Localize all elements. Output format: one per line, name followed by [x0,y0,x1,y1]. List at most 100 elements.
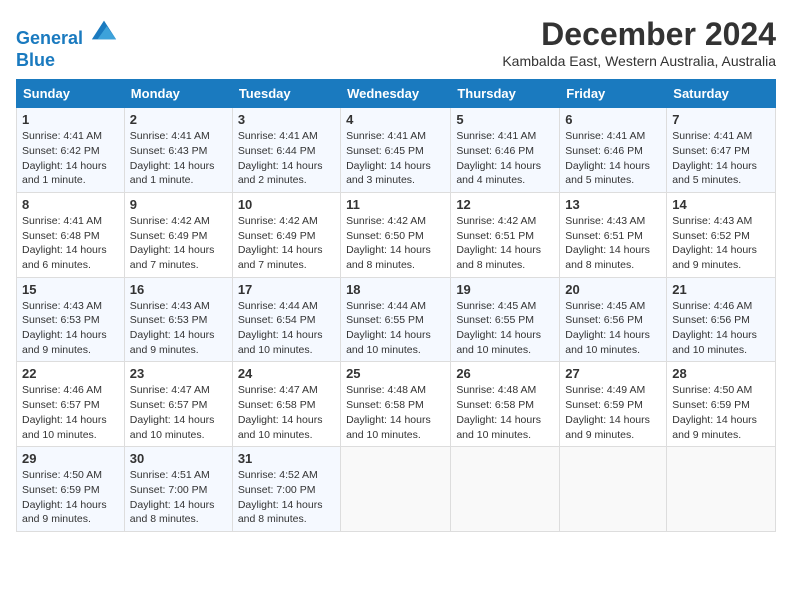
day-info: Sunrise: 4:45 AM Sunset: 6:56 PM Dayligh… [565,299,661,358]
day-number: 25 [346,366,445,381]
calendar-header-cell: Thursday [451,80,560,108]
calendar-day-cell: 20 Sunrise: 4:45 AM Sunset: 6:56 PM Dayli… [560,277,667,362]
day-info: Sunrise: 4:42 AM Sunset: 6:50 PM Dayligh… [346,214,445,273]
day-info: Sunrise: 4:43 AM Sunset: 6:53 PM Dayligh… [130,299,227,358]
calendar-week-row: 22Sunrise: 4:46 AM Sunset: 6:57 PM Dayli… [17,362,776,447]
day-info: Sunrise: 4:43 AM Sunset: 6:52 PM Dayligh… [672,214,770,273]
calendar-table: SundayMondayTuesdayWednesdayThursdayFrid… [16,79,776,532]
calendar-day-cell: 15 Sunrise: 4:43 AM Sunset: 6:53 PM Dayli… [17,277,125,362]
calendar-day-cell: 28 Sunrise: 4:50 AM Sunset: 6:59 PM Dayli… [667,362,776,447]
day-number: 7 [672,112,770,127]
title-block: December 2024 Kambalda East, Western Aus… [502,16,776,69]
calendar-day-cell: 27Sunrise: 4:49 AM Sunset: 6:59 PM Dayli… [560,362,667,447]
day-info: Sunrise: 4:41 AM Sunset: 6:48 PM Dayligh… [22,214,119,273]
day-info: Sunrise: 4:50 AM Sunset: 6:59 PM Dayligh… [672,383,770,442]
calendar-day-cell: 25 Sunrise: 4:48 AM Sunset: 6:58 PM Dayli… [341,362,451,447]
day-number: 13 [565,197,661,212]
day-number: 11 [346,197,445,212]
logo-text: General [16,16,118,50]
day-info: Sunrise: 4:48 AM Sunset: 6:58 PM Dayligh… [346,383,445,442]
day-info: Sunrise: 4:41 AM Sunset: 6:47 PM Dayligh… [672,129,770,188]
day-number: 5 [456,112,554,127]
calendar-day-cell: 6 Sunrise: 4:41 AM Sunset: 6:46 PM Daylig… [560,108,667,193]
calendar-day-cell: 26 Sunrise: 4:48 AM Sunset: 6:58 PM Dayli… [451,362,560,447]
calendar-day-cell [341,447,451,532]
day-info: Sunrise: 4:45 AM Sunset: 6:55 PM Dayligh… [456,299,554,358]
calendar-header-cell: Wednesday [341,80,451,108]
calendar-day-cell: 9 Sunrise: 4:42 AM Sunset: 6:49 PM Daylig… [124,192,232,277]
day-info: Sunrise: 4:42 AM Sunset: 6:49 PM Dayligh… [130,214,227,273]
month-title: December 2024 [502,16,776,53]
day-info: Sunrise: 4:41 AM Sunset: 6:46 PM Dayligh… [456,129,554,188]
day-number: 16 [130,282,227,297]
day-number: 20 [565,282,661,297]
day-info: Sunrise: 4:52 AM Sunset: 7:00 PM Dayligh… [238,468,335,527]
calendar-day-cell [667,447,776,532]
day-number: 12 [456,197,554,212]
day-number: 26 [456,366,554,381]
day-info: Sunrise: 4:41 AM Sunset: 6:44 PM Dayligh… [238,129,335,188]
calendar-header-cell: Sunday [17,80,125,108]
calendar-week-row: 15 Sunrise: 4:43 AM Sunset: 6:53 PM Dayli… [17,277,776,362]
day-number: 31 [238,451,335,466]
calendar-day-cell: 1Sunrise: 4:41 AM Sunset: 6:42 PM Daylig… [17,108,125,193]
calendar-day-cell: 19Sunrise: 4:45 AM Sunset: 6:55 PM Dayli… [451,277,560,362]
day-number: 2 [130,112,227,127]
logo-text-blue: Blue [16,50,118,72]
calendar-week-row: 1Sunrise: 4:41 AM Sunset: 6:42 PM Daylig… [17,108,776,193]
calendar-day-cell: 23 Sunrise: 4:47 AM Sunset: 6:57 PM Dayli… [124,362,232,447]
day-info: Sunrise: 4:41 AM Sunset: 6:43 PM Dayligh… [130,129,227,188]
day-info: Sunrise: 4:42 AM Sunset: 6:51 PM Dayligh… [456,214,554,273]
location-title: Kambalda East, Western Australia, Austra… [502,53,776,69]
day-info: Sunrise: 4:46 AM Sunset: 6:56 PM Dayligh… [672,299,770,358]
day-number: 4 [346,112,445,127]
calendar-day-cell: 29Sunrise: 4:50 AM Sunset: 6:59 PM Dayli… [17,447,125,532]
calendar-body: 1Sunrise: 4:41 AM Sunset: 6:42 PM Daylig… [17,108,776,532]
day-number: 8 [22,197,119,212]
calendar-day-cell [451,447,560,532]
day-info: Sunrise: 4:49 AM Sunset: 6:59 PM Dayligh… [565,383,661,442]
day-info: Sunrise: 4:47 AM Sunset: 6:58 PM Dayligh… [238,383,335,442]
day-number: 30 [130,451,227,466]
calendar-day-cell: 4 Sunrise: 4:41 AM Sunset: 6:45 PM Daylig… [341,108,451,193]
calendar-day-cell: 5 Sunrise: 4:41 AM Sunset: 6:46 PM Daylig… [451,108,560,193]
calendar-day-cell: 24 Sunrise: 4:47 AM Sunset: 6:58 PM Dayli… [232,362,340,447]
day-info: Sunrise: 4:50 AM Sunset: 6:59 PM Dayligh… [22,468,119,527]
day-number: 24 [238,366,335,381]
day-info: Sunrise: 4:43 AM Sunset: 6:53 PM Dayligh… [22,299,119,358]
calendar-header-row: SundayMondayTuesdayWednesdayThursdayFrid… [17,80,776,108]
day-number: 15 [22,282,119,297]
calendar-week-row: 29Sunrise: 4:50 AM Sunset: 6:59 PM Dayli… [17,447,776,532]
calendar-day-cell: 30 Sunrise: 4:51 AM Sunset: 7:00 PM Dayli… [124,447,232,532]
calendar-day-cell: 13Sunrise: 4:43 AM Sunset: 6:51 PM Dayli… [560,192,667,277]
calendar-header-cell: Friday [560,80,667,108]
calendar-header-cell: Saturday [667,80,776,108]
calendar-day-cell: 2 Sunrise: 4:41 AM Sunset: 6:43 PM Daylig… [124,108,232,193]
day-info: Sunrise: 4:41 AM Sunset: 6:46 PM Dayligh… [565,129,661,188]
calendar-day-cell: 21 Sunrise: 4:46 AM Sunset: 6:56 PM Dayli… [667,277,776,362]
logo: General Blue [16,16,118,71]
calendar-day-cell: 16 Sunrise: 4:43 AM Sunset: 6:53 PM Dayli… [124,277,232,362]
day-info: Sunrise: 4:44 AM Sunset: 6:54 PM Dayligh… [238,299,335,358]
day-number: 28 [672,366,770,381]
calendar-day-cell: 12 Sunrise: 4:42 AM Sunset: 6:51 PM Dayli… [451,192,560,277]
day-number: 1 [22,112,119,127]
calendar-day-cell: 14Sunrise: 4:43 AM Sunset: 6:52 PM Dayli… [667,192,776,277]
day-info: Sunrise: 4:48 AM Sunset: 6:58 PM Dayligh… [456,383,554,442]
calendar-day-cell: 7 Sunrise: 4:41 AM Sunset: 6:47 PM Daylig… [667,108,776,193]
day-info: Sunrise: 4:51 AM Sunset: 7:00 PM Dayligh… [130,468,227,527]
day-number: 9 [130,197,227,212]
day-number: 23 [130,366,227,381]
calendar-day-cell: 10Sunrise: 4:42 AM Sunset: 6:49 PM Dayli… [232,192,340,277]
calendar-day-cell: 3Sunrise: 4:41 AM Sunset: 6:44 PM Daylig… [232,108,340,193]
day-info: Sunrise: 4:41 AM Sunset: 6:45 PM Dayligh… [346,129,445,188]
day-info: Sunrise: 4:47 AM Sunset: 6:57 PM Dayligh… [130,383,227,442]
day-info: Sunrise: 4:44 AM Sunset: 6:55 PM Dayligh… [346,299,445,358]
day-number: 17 [238,282,335,297]
day-number: 22 [22,366,119,381]
calendar-day-cell: 11 Sunrise: 4:42 AM Sunset: 6:50 PM Dayli… [341,192,451,277]
page-header: General Blue December 2024 Kambalda East… [16,16,776,71]
day-number: 21 [672,282,770,297]
day-number: 6 [565,112,661,127]
calendar-day-cell [560,447,667,532]
